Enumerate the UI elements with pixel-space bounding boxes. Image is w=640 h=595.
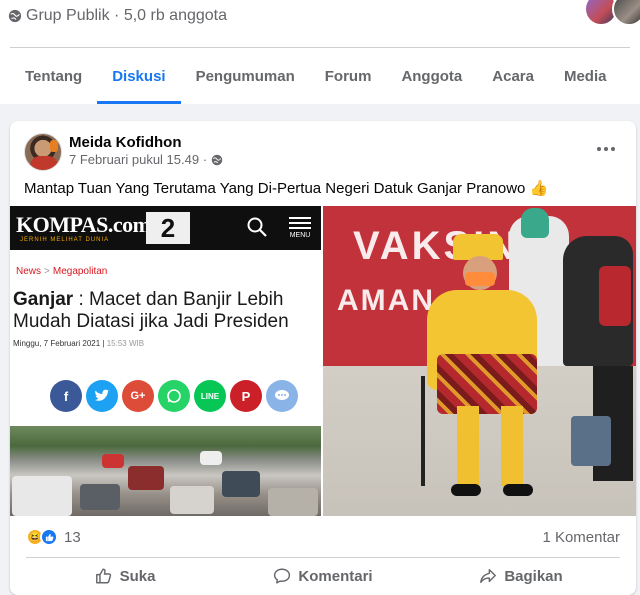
globe-icon [8,9,22,23]
facebook-icon: f [50,380,82,412]
breadcrumb: News > Megapolitan [16,266,107,277]
share-icons: f G+ LINE P [50,380,298,412]
thumbs-up-icon [95,568,111,584]
whatsapp-icon [158,380,190,412]
more-options-icon[interactable] [592,139,620,159]
crumb-sep: > [44,266,50,277]
tab-anggota[interactable]: Anggota [386,48,477,104]
crumb-news: News [16,266,42,277]
post-author[interactable]: Meida Kofidhon [69,134,182,151]
shoe-left [451,484,481,496]
share-label[interactable]: Bagikan [504,568,562,585]
post-timestamp[interactable]: 7 Februari pukul 15.49 · [69,152,223,167]
line-icon: LINE [194,380,226,412]
kompas-header: KOMPAS.com JERNIH MELIHAT DUNIA 2 MENU [10,206,321,250]
comment-button[interactable]: Komentari [224,559,422,593]
article-time: 15:53 WIB [106,339,145,348]
health-worker-cap [521,208,549,238]
share-icon [480,568,497,584]
divider [26,557,620,558]
post-text: Mantap Tuan Yang Terutama Yang Di-Pertua… [24,180,549,197]
share-button[interactable]: Bagikan [422,559,620,593]
traffic-photo [10,426,321,516]
banner-text-2: AMAN [337,284,435,317]
group-meta-text: Grup Publik · 5,0 rb anggota [26,7,228,24]
sarong [437,354,537,414]
crumb-megapolitan: Megapolitan [52,266,108,277]
trash-bin [571,416,611,466]
tab-pengumuman[interactable]: Pengumuman [181,48,310,104]
globe-icon [211,154,223,165]
member-avatar[interactable] [612,0,640,26]
article-date-text: Minggu, 7 Februari 2021 | [13,339,105,348]
pinterest-icon: P [230,380,262,412]
group-tabs: Tentang Diskusi Pengumuman Forum Anggota… [10,48,621,104]
headline-bold: Ganjar [13,289,74,310]
avatar[interactable] [24,133,62,171]
like-button[interactable]: Suka [26,559,224,593]
member-avatars[interactable] [584,0,640,26]
post-image-photo[interactable]: VAKSIN AMAN [323,206,636,516]
twitter-icon [86,380,118,412]
leg-left [457,406,479,486]
chair-leg [421,376,425,486]
like-label[interactable]: Suka [120,568,156,585]
comment-icon [274,568,291,584]
tab-media[interactable]: Media [549,48,622,104]
comment-label[interactable]: Komentari [298,568,372,585]
kompas-badge: 2 [146,212,190,244]
mask [465,272,495,286]
google-plus-icon: G+ [122,380,154,412]
search-icon [247,217,267,237]
officer-batik [599,266,631,326]
article-date: Minggu, 7 Februari 2021 | 15:53 WIB [13,339,144,348]
tab-forum[interactable]: Forum [310,48,387,104]
post-image-article[interactable]: KOMPAS.com JERNIH MELIHAT DUNIA 2 MENU N… [10,206,321,516]
like-reaction-icon [40,528,58,546]
tab-acara[interactable]: Acara [477,48,549,104]
tab-tentang[interactable]: Tentang [10,48,97,104]
shoe-right [503,484,533,496]
leg-right [501,406,523,486]
post-time-text[interactable]: 7 Februari pukul 15.49 · [69,152,207,167]
tab-diskusi[interactable]: Diskusi [97,48,181,104]
comment-share-icon [266,380,298,412]
post-card: Meida Kofidhon 7 Februari pukul 15.49 · … [10,121,636,595]
menu-label: MENU [289,232,311,239]
kompas-tagline: JERNIH MELIHAT DUNIA [20,237,110,243]
post-actions: Suka Komentari Bagikan [26,559,620,593]
reaction-summary[interactable]: 😆 13 [26,528,81,546]
kompas-logo: KOMPAS.com [16,212,151,237]
article-headline: Ganjar : Macet dan Banjir Lebih Mudah Di… [13,289,318,333]
reaction-count[interactable]: 13 [64,529,81,546]
group-meta: Grup Publik · 5,0 rb anggota [8,7,227,25]
comment-count[interactable]: 1 Komentar [542,529,620,546]
group-header: Grup Publik · 5,0 rb anggota Tentang Dis… [0,0,640,104]
menu-icon: MENU [285,214,315,239]
